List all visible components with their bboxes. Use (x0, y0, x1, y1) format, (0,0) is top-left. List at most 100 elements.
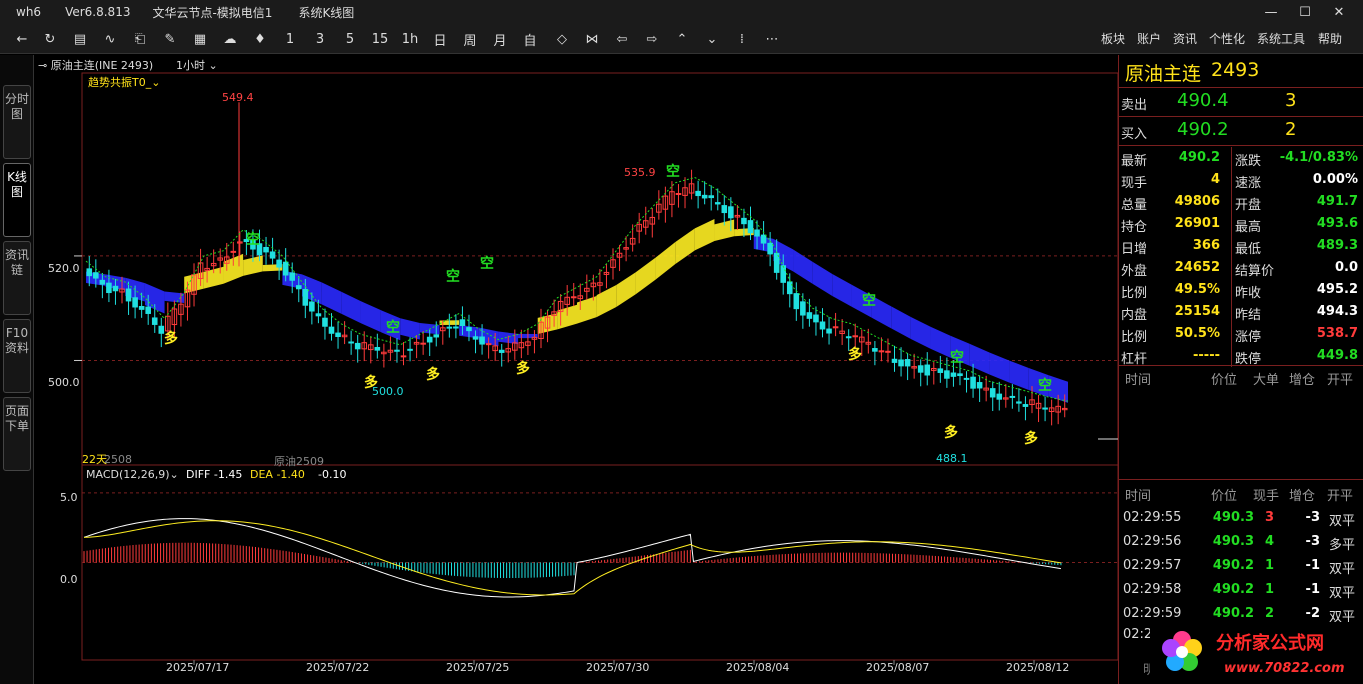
divider (1119, 116, 1363, 117)
scale-up-icon[interactable]: ⌃ (672, 28, 692, 50)
period-custom[interactable]: 自 (520, 28, 540, 50)
candle-body (407, 348, 413, 351)
candle-body (989, 388, 996, 398)
tk-col-oi: 增仓 (1289, 489, 1316, 504)
maximize-icon[interactable]: ☐ (1288, 0, 1322, 24)
tab-f10[interactable]: F10资料 (3, 319, 31, 393)
pattern-icon[interactable]: ▦ (190, 28, 210, 50)
trend-band-segment (910, 317, 931, 349)
period-5m[interactable]: 5 (340, 28, 360, 50)
symbol-label: ⊸ 原油主连(INE 2493) (38, 59, 154, 72)
x-date-6: 2025/08/12 (1006, 661, 1070, 674)
menu-account[interactable]: 账户 (1137, 30, 1161, 47)
draw-tool-icon[interactable]: ✎ (160, 28, 180, 50)
cloud-icon[interactable]: ☁ (220, 28, 240, 50)
report-icon[interactable]: ▤ (70, 28, 90, 50)
tab-order[interactable]: 页面下单 (3, 397, 31, 471)
menu-sector[interactable]: 板块 (1101, 30, 1125, 47)
line-chart-icon[interactable]: ∿ (100, 28, 120, 50)
candle-body (466, 327, 472, 332)
table-row[interactable]: 02:29:57 490.2 1 -1 双平 (1119, 555, 1363, 579)
tick-price: 490.2 (1212, 582, 1254, 597)
quote-row: 日增 366 最低 489.3 (1119, 235, 1363, 257)
quote-row: 现手 4 速涨 0.00% (1119, 169, 1363, 191)
long-signal-marker: 多 (426, 366, 440, 383)
short-signal-marker: 空 (666, 163, 680, 180)
period-select[interactable]: 1小时 ⌄ (176, 57, 218, 73)
back-icon[interactable]: ← (12, 28, 32, 50)
candle-icon[interactable]: ⎗ (130, 28, 150, 50)
menu-help[interactable]: 帮助 (1318, 30, 1342, 47)
close-icon[interactable]: ✕ (1322, 0, 1356, 24)
scale-down-icon[interactable]: ⌄ (702, 28, 722, 50)
title-bar: wh6 Ver6.8.813 文华云节点-模拟电信1 系统K线图 — ☐ ✕ (0, 0, 1363, 24)
short-signal-marker: 空 (1038, 377, 1052, 394)
ask-volume: 3 (1285, 90, 1297, 111)
trend-band-segment (832, 273, 852, 307)
alert-bell-icon[interactable]: ♦ (250, 28, 270, 50)
tick-time: 02:29:55 (1123, 510, 1182, 525)
period-week[interactable]: 周 (460, 28, 480, 50)
table-row[interactable]: 02:29:56 490.3 4 -3 多平 (1119, 531, 1363, 555)
tick-type: 多平 (1329, 538, 1356, 553)
table-row[interactable]: 02:29:58 490.2 1 -1 双平 (1119, 579, 1363, 603)
zoom-in-icon[interactable]: ◇ (552, 28, 572, 50)
menu-personalize[interactable]: 个性化 (1209, 30, 1245, 47)
candle-body (721, 205, 728, 214)
refresh-icon[interactable]: ↻ (40, 28, 60, 50)
long-signal-marker: 多 (164, 330, 178, 347)
trend-band-segment (694, 219, 715, 251)
trend-band-segment (360, 301, 381, 333)
candle-body (138, 306, 145, 310)
minimize-icon[interactable]: — (1254, 0, 1288, 24)
trend-band-segment (891, 306, 911, 340)
flower-logo-icon: 分析家公式网 www.70822.com (1162, 631, 1345, 676)
more-icon[interactable]: ⋯ (762, 28, 782, 50)
field-value: 49806 (1174, 194, 1220, 209)
candle-body (453, 326, 459, 329)
period-15m[interactable]: 15 (370, 28, 390, 50)
period-day[interactable]: 日 (430, 28, 450, 50)
period-1h[interactable]: 1h (400, 28, 420, 50)
candle-body (780, 265, 787, 283)
x-date-3: 2025/07/30 (586, 661, 650, 674)
ask-row[interactable]: 卖出 490.4 3 (1119, 89, 1363, 115)
quote-row: 外盘 24652 结算价 0.0 (1119, 257, 1363, 279)
shift-right-icon[interactable]: ⇨ (642, 28, 662, 50)
chart-area[interactable]: 多多多多多多多空空空空空空空空 ⊸ 原油主连(INE 2493) 1小时 ⌄ 趋… (34, 55, 1118, 684)
app-version: Ver6.8.813 (65, 5, 131, 19)
tab-kline[interactable]: K线图 (3, 163, 31, 237)
field-value: 0.0 (1334, 260, 1358, 275)
bid-row[interactable]: 买入 490.2 2 (1119, 118, 1363, 144)
tab-timeshare[interactable]: 分时图 (3, 85, 31, 159)
field-label: 昨收 (1235, 286, 1262, 301)
macd-header[interactable]: MACD(12,26,9)⌄ (86, 468, 179, 481)
tick-time: 02:29:57 (1123, 558, 1182, 573)
candle-body (944, 370, 950, 379)
candle-body (479, 336, 485, 345)
period-3m[interactable]: 3 (310, 28, 330, 50)
menu-tools[interactable]: 系统工具 (1257, 30, 1305, 47)
field-label: 昨结 (1235, 308, 1262, 323)
period-1m[interactable]: 1 (280, 28, 300, 50)
kline-chart[interactable]: 多多多多多 多多空空空空空空空空 (34, 55, 1118, 684)
candle-body (760, 234, 767, 244)
server-node[interactable]: 文华云节点-模拟电信1 (152, 4, 272, 21)
tab-news-chain[interactable]: 资讯链 (3, 241, 31, 315)
macd-diff-value: -1.45 (213, 468, 243, 481)
indicator-select[interactable]: 趋势共振T0_⌄ (88, 74, 160, 90)
table-row[interactable]: 02:29:55 490.3 3 -3 双平 (1119, 507, 1363, 531)
candle-body (963, 377, 970, 380)
tick-price: 490.3 (1212, 534, 1254, 549)
tk-col-vol: 现手 (1253, 489, 1280, 504)
shift-left-icon[interactable]: ⇦ (612, 28, 632, 50)
field-value: 494.3 (1316, 304, 1358, 319)
x-date-5: 2025/08/07 (866, 661, 930, 674)
zoom-out-icon[interactable]: ⋈ (582, 28, 602, 50)
period-month[interactable]: 月 (490, 28, 510, 50)
candle-body (904, 359, 911, 367)
y-tick-500: 500.0 (48, 376, 80, 389)
crosshair-icon[interactable]: ⁞ (732, 28, 752, 50)
menu-news[interactable]: 资讯 (1173, 30, 1197, 47)
bo-col-big: 大单 (1253, 373, 1280, 388)
